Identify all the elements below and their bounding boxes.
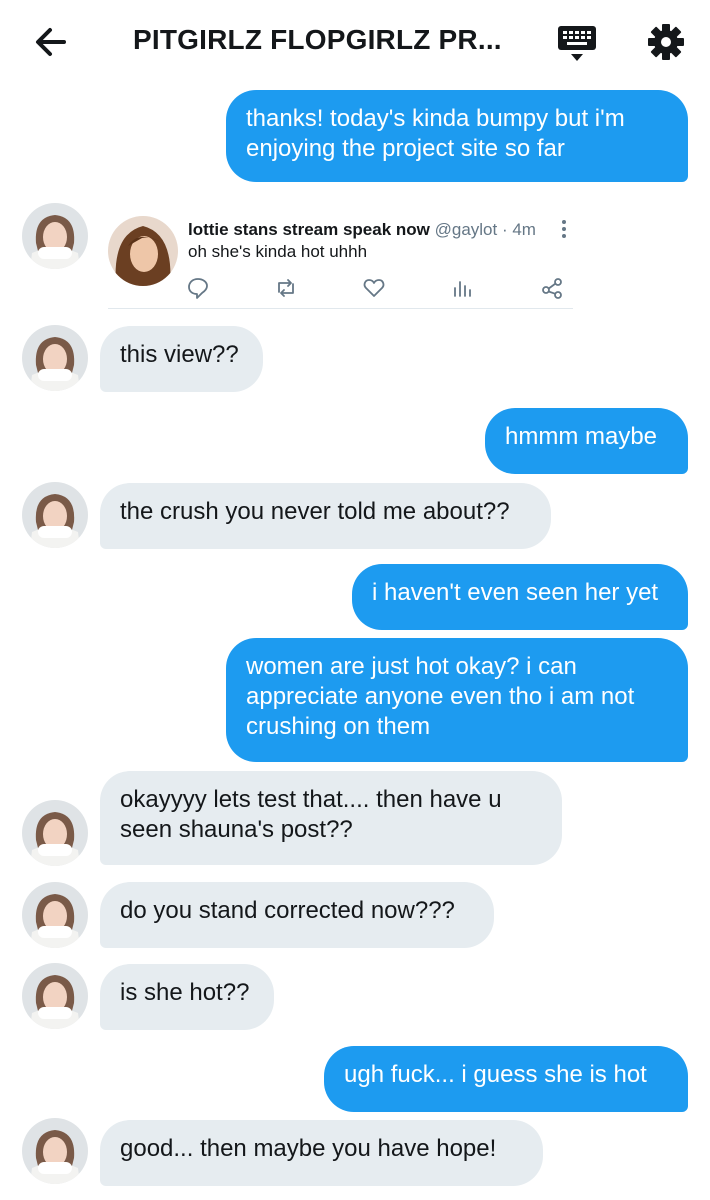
avatar[interactable] (22, 800, 88, 866)
message-line: crushing on them (246, 713, 431, 740)
shared-tweet-card[interactable]: lottie stans stream speak now @gaylot · … (108, 208, 573, 309)
avatar[interactable] (22, 1118, 88, 1184)
gear-icon[interactable] (646, 22, 686, 62)
avatar[interactable] (22, 482, 88, 548)
message-bubble-outgoing[interactable]: women are just hot okay? i can appreciat… (226, 638, 688, 762)
message-bubble-incoming[interactable]: okayyyy lets test that.... then have u s… (100, 771, 562, 865)
message-line: is she hot?? (120, 979, 250, 1006)
tweet-author-avatar[interactable] (108, 216, 178, 286)
message-line: ugh fuck... i guess she is hot (344, 1061, 647, 1088)
message-bubble-incoming[interactable]: is she hot?? (100, 964, 274, 1030)
message-line: thanks! today's kinda bumpy but i'm (246, 105, 625, 132)
avatar[interactable] (22, 963, 88, 1029)
reply-icon[interactable] (186, 276, 210, 300)
message-line: good... then maybe you have hope! (120, 1135, 497, 1162)
message-bubble-outgoing[interactable]: i haven't even seen her yet (352, 564, 688, 630)
tweet-display-name[interactable]: lottie stans stream speak now (188, 220, 430, 239)
message-bubble-outgoing[interactable]: ugh fuck... i guess she is hot (324, 1046, 688, 1112)
tweet-handle[interactable]: @gaylot (435, 220, 498, 239)
arrow-left-icon[interactable] (30, 22, 74, 62)
message-line: the crush you never told me about?? (120, 498, 510, 525)
message-bubble-incoming[interactable]: do you stand corrected now??? (100, 882, 494, 948)
avatar[interactable] (22, 882, 88, 948)
tweet-text: oh she's kinda hot uhhh (188, 242, 368, 261)
message-line: this view?? (120, 341, 239, 368)
message-line: seen shauna's post?? (120, 816, 353, 843)
like-icon[interactable] (362, 276, 386, 300)
analytics-icon[interactable] (450, 276, 474, 300)
tweet-time: · 4m (501, 220, 536, 239)
more-options-icon[interactable] (560, 218, 568, 240)
message-line: enjoying the project site so far (246, 135, 565, 162)
keyboard-icon[interactable] (556, 24, 598, 64)
message-line: i haven't even seen her yet (372, 579, 659, 606)
message-bubble-incoming[interactable]: the crush you never told me about?? (100, 483, 551, 549)
message-line: women are just hot okay? i can (246, 653, 577, 680)
retweet-icon[interactable] (274, 276, 298, 300)
avatar[interactable] (22, 203, 88, 269)
conversation-header: PITGIRLZ FLOPGIRLZ PR... (0, 0, 710, 84)
avatar[interactable] (22, 325, 88, 391)
message-bubble-incoming[interactable]: this view?? (100, 326, 263, 392)
message-line: do you stand corrected now??? (120, 897, 455, 924)
message-bubble-outgoing[interactable]: hmmm maybe (485, 408, 688, 474)
message-line: appreciate anyone even tho i am not (246, 683, 635, 710)
conversation-title[interactable]: PITGIRLZ FLOPGIRLZ PR... (133, 24, 502, 56)
message-bubble-incoming[interactable]: good... then maybe you have hope! (100, 1120, 543, 1186)
message-line: hmmm maybe (505, 423, 658, 450)
message-bubble-outgoing[interactable]: thanks! today's kinda bumpy but i'm enjo… (226, 90, 688, 182)
message-line: okayyyy lets test that.... then have u (120, 786, 502, 813)
share-icon[interactable] (540, 276, 564, 300)
tweet-header: lottie stans stream speak now @gaylot · … (188, 220, 536, 240)
